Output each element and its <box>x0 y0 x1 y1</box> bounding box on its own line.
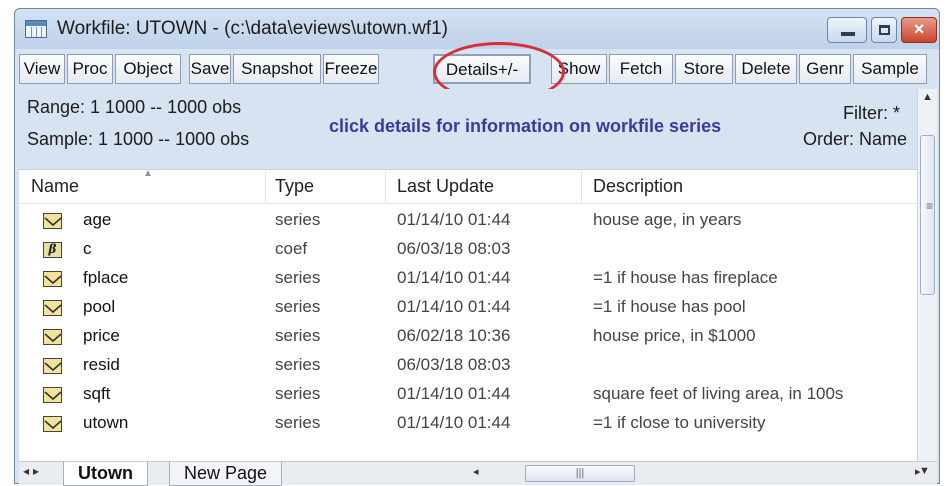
object-name: age <box>83 210 112 229</box>
horizontal-scroll-thumb[interactable]: ||| <box>525 465 635 482</box>
scroll-left-icon[interactable]: ◂ <box>473 465 479 478</box>
scroll-grip-icon: ≡ <box>925 199 933 213</box>
list-item[interactable]: pool series 01/14/10 01:44 =1 if house h… <box>19 294 917 323</box>
genr-button[interactable]: Genr <box>799 54 851 84</box>
object-type: series <box>275 326 321 345</box>
object-type: series <box>275 384 321 403</box>
column-header-name[interactable]: Name <box>31 176 79 197</box>
scroll-up-icon[interactable]: ▲ <box>918 91 937 103</box>
object-list: Name ▲ Type Last Update Description age … <box>19 168 917 461</box>
close-icon: × <box>913 19 925 39</box>
minimize-button[interactable] <box>827 17 867 43</box>
details-callout-text: click details for information on workfil… <box>329 116 722 136</box>
list-item[interactable]: sqft series 01/14/10 01:44 square feet o… <box>19 381 917 410</box>
series-icon <box>43 271 62 287</box>
sample-info[interactable]: Sample: 1 1000 -- 1000 obs <box>27 129 249 150</box>
object-name: sqft <box>83 384 111 403</box>
workfile-window: Workfile: UTOWN - (c:\data\eviews\utown.… <box>14 8 940 486</box>
object-last-update: 06/03/18 08:03 <box>397 355 511 374</box>
horizontal-scrollbar[interactable]: ◂ ||| ▸ <box>473 464 921 484</box>
object-last-update: 01/14/10 01:44 <box>397 268 511 287</box>
tab-new-page[interactable]: New Page <box>169 462 283 486</box>
object-last-update: 01/14/10 01:44 <box>397 384 511 403</box>
fetch-button[interactable]: Fetch <box>609 54 673 84</box>
range-info[interactable]: Range: 1 1000 -- 1000 obs <box>27 97 241 118</box>
object-name: utown <box>83 413 129 432</box>
delete-button[interactable]: Delete <box>735 54 797 84</box>
workfile-info-panel: Range: 1 1000 -- 1000 obs Sample: 1 1000… <box>17 89 937 169</box>
object-last-update: 01/14/10 01:44 <box>397 413 511 432</box>
object-name: price <box>83 326 120 345</box>
proc-button[interactable]: Proc <box>67 54 113 84</box>
list-item[interactable]: utown series 01/14/10 01:44 =1 if close … <box>19 410 917 439</box>
object-type: series <box>275 268 321 287</box>
series-icon <box>43 329 62 345</box>
coef-icon: β <box>43 242 62 258</box>
object-type: series <box>275 355 321 374</box>
workfile-app-icon <box>25 20 47 38</box>
object-description: square feet of living area, in 100s <box>593 384 844 403</box>
object-name: pool <box>83 297 116 316</box>
maximize-button[interactable] <box>871 17 897 43</box>
object-last-update: 06/03/18 08:03 <box>397 239 511 258</box>
save-button[interactable]: Save <box>189 54 231 84</box>
object-last-update: 01/14/10 01:44 <box>397 210 511 229</box>
object-type: series <box>275 210 321 229</box>
scroll-down-icon[interactable]: ▼ <box>919 465 930 477</box>
order-info[interactable]: Order: Name <box>803 129 907 150</box>
object-button[interactable]: Object <box>115 54 181 84</box>
vertical-scrollbar[interactable]: ▲ ≡ <box>917 89 937 461</box>
series-icon <box>43 416 62 432</box>
column-divider[interactable] <box>581 172 582 202</box>
object-name: c <box>83 239 92 258</box>
series-icon <box>43 387 62 403</box>
column-divider[interactable] <box>265 172 266 202</box>
view-button[interactable]: View <box>19 54 65 84</box>
object-last-update: 06/02/18 10:36 <box>397 326 511 345</box>
sample-button[interactable]: Sample <box>853 54 927 84</box>
window-title: Workfile: UTOWN - (c:\data\eviews\utown.… <box>57 18 449 39</box>
minimize-icon <box>841 32 855 36</box>
list-item[interactable]: β c coef 06/03/18 08:03 <box>19 236 917 265</box>
sort-ascending-icon: ▲ <box>143 168 153 179</box>
object-type: coef <box>275 239 308 258</box>
list-item[interactable]: fplace series 01/14/10 01:44 =1 if house… <box>19 265 917 294</box>
filter-info[interactable]: Filter: * <box>843 103 900 124</box>
snapshot-button[interactable]: Snapshot <box>233 54 321 84</box>
page-tab-bar: ◂▸ Utown New Page ◂ ||| ▸ ▼ <box>19 461 937 486</box>
list-item[interactable]: age series 01/14/10 01:44 house age, in … <box>19 207 917 236</box>
store-button[interactable]: Store <box>675 54 733 84</box>
object-name: fplace <box>83 268 129 287</box>
list-header: Name ▲ Type Last Update Description <box>19 168 917 204</box>
column-divider[interactable] <box>385 172 386 202</box>
close-button[interactable]: × <box>901 17 937 43</box>
object-description: =1 if house has fireplace <box>593 268 778 287</box>
tab-utown[interactable]: Utown <box>63 462 148 486</box>
object-name: resid <box>83 355 120 374</box>
list-item[interactable]: resid series 06/03/18 08:03 <box>19 352 917 381</box>
series-icon <box>43 300 62 316</box>
object-last-update: 01/14/10 01:44 <box>397 297 511 316</box>
series-icon <box>43 213 62 229</box>
object-type: series <box>275 297 321 316</box>
column-header-last-update[interactable]: Last Update <box>397 176 494 197</box>
freeze-button[interactable]: Freeze <box>323 54 379 84</box>
scroll-thumb[interactable] <box>920 135 935 295</box>
object-description: house age, in years <box>593 210 742 229</box>
series-icon <box>43 358 62 374</box>
object-description: =1 if close to university <box>593 413 766 432</box>
list-item[interactable]: price series 06/02/18 10:36 house price,… <box>19 323 917 352</box>
column-header-description[interactable]: Description <box>593 176 683 197</box>
tab-scroll-arrows-icon[interactable]: ◂▸ <box>23 464 43 478</box>
maximize-icon <box>879 25 890 35</box>
column-header-type[interactable]: Type <box>275 176 314 197</box>
object-description: =1 if house has pool <box>593 297 746 316</box>
object-description: house price, in $1000 <box>593 326 756 345</box>
object-type: series <box>275 413 321 432</box>
